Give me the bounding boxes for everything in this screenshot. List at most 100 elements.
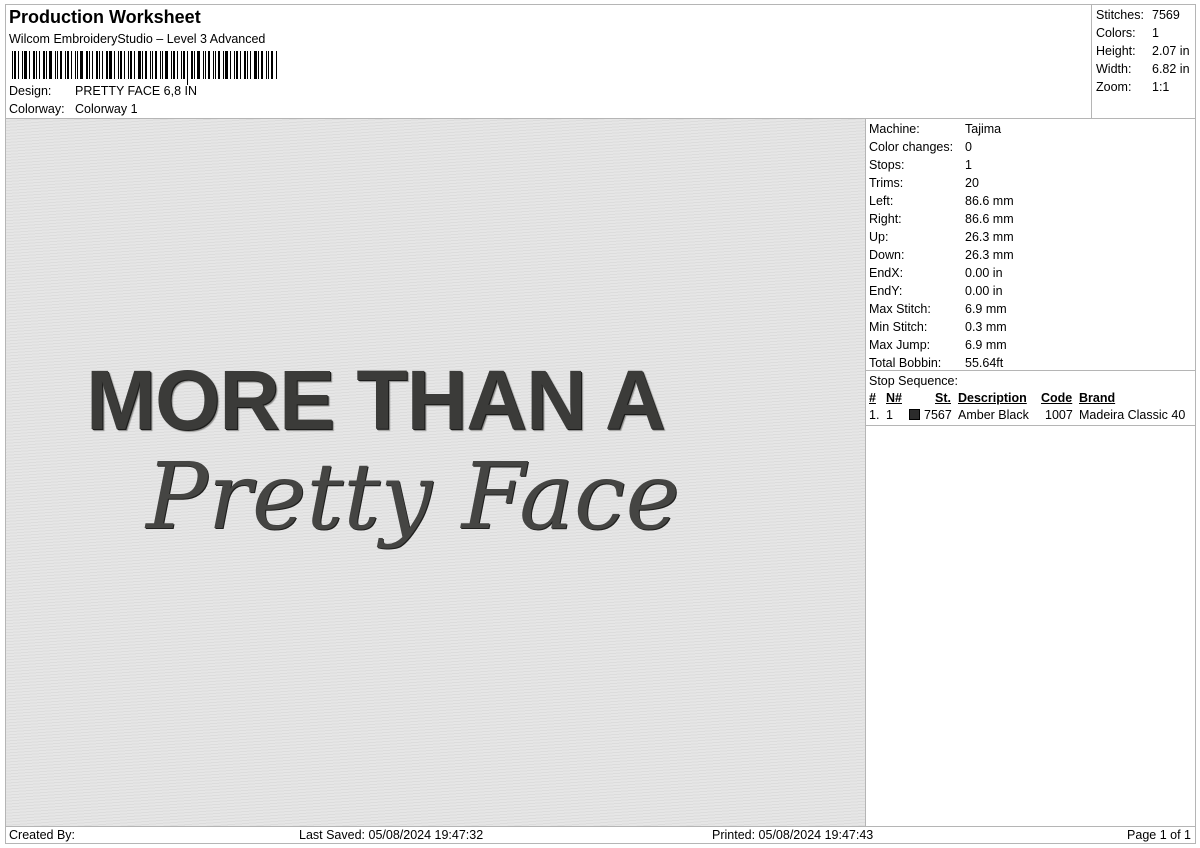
width-row: Width: 6.82 in	[1096, 61, 1195, 79]
colors-row: Colors: 1	[1096, 25, 1195, 43]
barcode-bar	[75, 51, 76, 79]
embroidery-text-line1: MORE THAN A	[86, 353, 666, 447]
barcode-bar	[109, 51, 112, 79]
barcode-bar	[142, 51, 143, 79]
stops-row: Stops: 1	[869, 157, 1195, 175]
endx-row: EndX: 0.00 in	[869, 265, 1195, 283]
barcode-bar	[124, 51, 125, 79]
barcode-bar	[240, 51, 241, 79]
min-stitch-value: 0.3 mm	[965, 320, 1007, 334]
page-title: Production Worksheet	[9, 7, 201, 27]
barcode-bar	[80, 51, 83, 79]
trims-value: 20	[965, 176, 979, 190]
barcode-bar	[173, 51, 175, 79]
left-label: Left:	[869, 194, 894, 208]
barcode-bar	[55, 51, 56, 79]
stop-sequence-header: # N# St. Description Code Brand	[869, 390, 1195, 407]
max-jump-value: 6.9 mm	[965, 338, 1007, 352]
stop-sequence-label: Stop Sequence:	[869, 374, 958, 388]
barcode-bar	[258, 51, 259, 79]
barcode-bar	[18, 51, 19, 79]
barcode-bar	[60, 51, 62, 79]
row-n: 1	[886, 408, 893, 422]
embroidery-text-line2: Pretty Face	[146, 443, 680, 550]
barcode-bar	[49, 51, 52, 79]
row-brand: Madeira Classic 40	[1079, 408, 1186, 422]
barcode-bar	[33, 51, 35, 79]
created-by: Created By:	[9, 828, 76, 842]
col-brand: Brand	[1079, 391, 1116, 405]
width-value: 6.82 in	[1152, 62, 1190, 76]
colorway-row: Colorway: Colorway 1	[9, 102, 138, 116]
endx-value: 0.00 in	[965, 266, 1003, 280]
barcode-bar	[203, 51, 204, 79]
min-stitch-row: Min Stitch: 0.3 mm	[869, 319, 1195, 337]
row-st: 7567	[924, 408, 952, 422]
barcode-bar	[205, 51, 206, 79]
trims-row: Trims: 20	[869, 175, 1195, 193]
col-code: Code	[1041, 391, 1073, 405]
colors-label: Colors:	[1096, 26, 1136, 40]
row-description: Amber Black	[958, 408, 1029, 422]
barcode-bar	[29, 51, 30, 79]
design-preview: MORE THAN A Pretty Face	[6, 119, 866, 826]
left-value: 86.6 mm	[965, 194, 1014, 208]
barcode-bar	[213, 51, 214, 79]
barcode-bar	[171, 51, 172, 79]
color-changes-value: 0	[965, 140, 972, 154]
barcode-bar	[86, 51, 88, 79]
barcode-bar	[128, 51, 129, 79]
col-n: N#	[886, 391, 902, 405]
barcode-bar	[36, 51, 37, 79]
endy-label: EndY:	[869, 284, 903, 298]
worksheet-footer: Created By: Last Saved: 05/08/2024 19:47…	[6, 826, 1195, 843]
barcode-bar	[145, 51, 147, 79]
barcode-bar	[118, 51, 119, 79]
total-bobbin-label: Total Bobbin:	[869, 356, 942, 370]
barcode-bar	[247, 51, 248, 79]
zoom-row: Zoom: 1:1	[1096, 79, 1195, 97]
barcode-bar	[197, 51, 200, 79]
barcode-bar	[114, 51, 115, 79]
zoom-label: Zoom:	[1096, 80, 1132, 94]
barcode-bar	[134, 51, 135, 79]
barcode-bar	[77, 51, 78, 79]
barcode-bar	[218, 51, 220, 79]
barcode-bar	[234, 51, 235, 79]
left-row: Left: 86.6 mm	[869, 193, 1195, 211]
barcode-bar	[96, 51, 98, 79]
barcode-bar	[92, 51, 93, 79]
down-value: 26.3 mm	[965, 248, 1014, 262]
design-row: Design: PRETTY FACE 6,8 IN	[9, 84, 197, 98]
barcode-bar	[250, 51, 251, 79]
design-value: PRETTY FACE 6,8 IN	[75, 84, 198, 98]
barcode-bar	[162, 51, 163, 79]
max-jump-label: Max Jump:	[869, 338, 931, 352]
col-description: Description	[958, 391, 1027, 405]
right-row: Right: 86.6 mm	[869, 211, 1195, 229]
barcode-bar	[181, 51, 182, 79]
printed-date: Printed: 05/08/2024 19:47:43	[712, 828, 874, 842]
barcode-bar	[22, 51, 23, 79]
colors-value: 1	[1152, 26, 1159, 40]
max-jump-row: Max Jump: 6.9 mm	[869, 337, 1195, 355]
barcode-bar	[150, 51, 151, 79]
height-row: Height: 2.07 in	[1096, 43, 1195, 61]
barcode-bar	[43, 51, 45, 79]
endy-row: EndY: 0.00 in	[869, 283, 1195, 301]
barcode-bar	[102, 51, 103, 79]
software-name: Wilcom EmbroideryStudio – Level 3 Advanc…	[9, 32, 266, 46]
up-value: 26.3 mm	[965, 230, 1014, 244]
design-stats: Stitches: 7569 Colors: 1 Height: 2.07 in Wi…	[1092, 5, 1195, 119]
machine-info: Machine: Tajima Color changes: 0 Stops: 1 T…	[866, 119, 1195, 371]
barcode-bar	[208, 51, 210, 79]
min-stitch-label: Min Stitch:	[869, 320, 928, 334]
barcode-bar	[14, 51, 16, 79]
barcode-bar	[223, 51, 224, 79]
barcode-bar	[165, 51, 168, 79]
barcode-bar	[225, 51, 228, 79]
trims-label: Trims:	[869, 176, 904, 190]
barcode-bar	[266, 51, 267, 79]
up-label: Up:	[869, 230, 889, 244]
color-changes-label: Color changes:	[869, 140, 954, 154]
